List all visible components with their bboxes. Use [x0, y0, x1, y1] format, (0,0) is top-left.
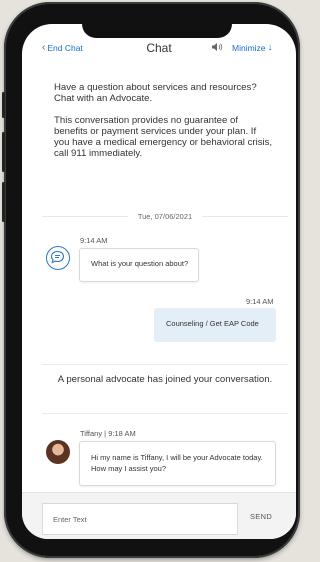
message-text: Counseling / Get EAP Code — [166, 319, 259, 328]
divider-line — [42, 413, 288, 414]
divider-line — [202, 216, 289, 217]
chat-bot-icon — [46, 246, 70, 270]
phone-side-button — [2, 182, 5, 222]
incoming-message: Hi my name is Tiffany, I will be your Ad… — [79, 441, 276, 486]
message-timestamp: 9:14 AM — [246, 297, 274, 306]
phone-side-button — [2, 92, 5, 118]
chat-header: ‹ End Chat Chat Minimize ↓ — [22, 38, 296, 60]
minimize-label: Minimize — [232, 43, 266, 53]
phone-notch — [82, 24, 232, 38]
chat-intro: Have a question about services and resou… — [54, 82, 274, 170]
avatar — [46, 440, 70, 464]
minimize-button[interactable]: Minimize ↓ — [232, 42, 273, 54]
phone-side-button — [2, 132, 5, 172]
chat-screen: ‹ End Chat Chat Minimize ↓ Have a questi… — [22, 24, 296, 539]
phone-frame: ‹ End Chat Chat Minimize ↓ Have a questi… — [2, 2, 300, 558]
outgoing-message: Counseling / Get EAP Code — [154, 308, 276, 342]
message-timestamp: 9:14 AM — [80, 236, 108, 245]
composer: SEND — [22, 492, 296, 539]
agent-meta: Tiffany | 9:18 AM — [80, 429, 136, 438]
system-notice: A personal advocate has joined your conv… — [57, 374, 273, 385]
date-label: Tue, 07/06/2021 — [137, 212, 193, 221]
disclaimer-text: This conversation provides no guarantee … — [54, 115, 273, 159]
message-text: Hi my name is Tiffany, I will be your Ad… — [91, 453, 263, 473]
message-text: What is your question about? — [91, 259, 189, 268]
arrow-down-icon: ↓ — [267, 42, 273, 53]
intro-text: Have a question about services and resou… — [54, 82, 257, 104]
speaker-icon[interactable] — [211, 42, 223, 54]
divider-line — [42, 364, 288, 365]
divider-line — [42, 216, 128, 217]
message-input[interactable] — [42, 503, 238, 535]
send-button[interactable]: SEND — [250, 512, 272, 521]
incoming-message: What is your question about? — [79, 248, 199, 282]
date-divider: Tue, 07/06/2021 — [42, 212, 289, 221]
